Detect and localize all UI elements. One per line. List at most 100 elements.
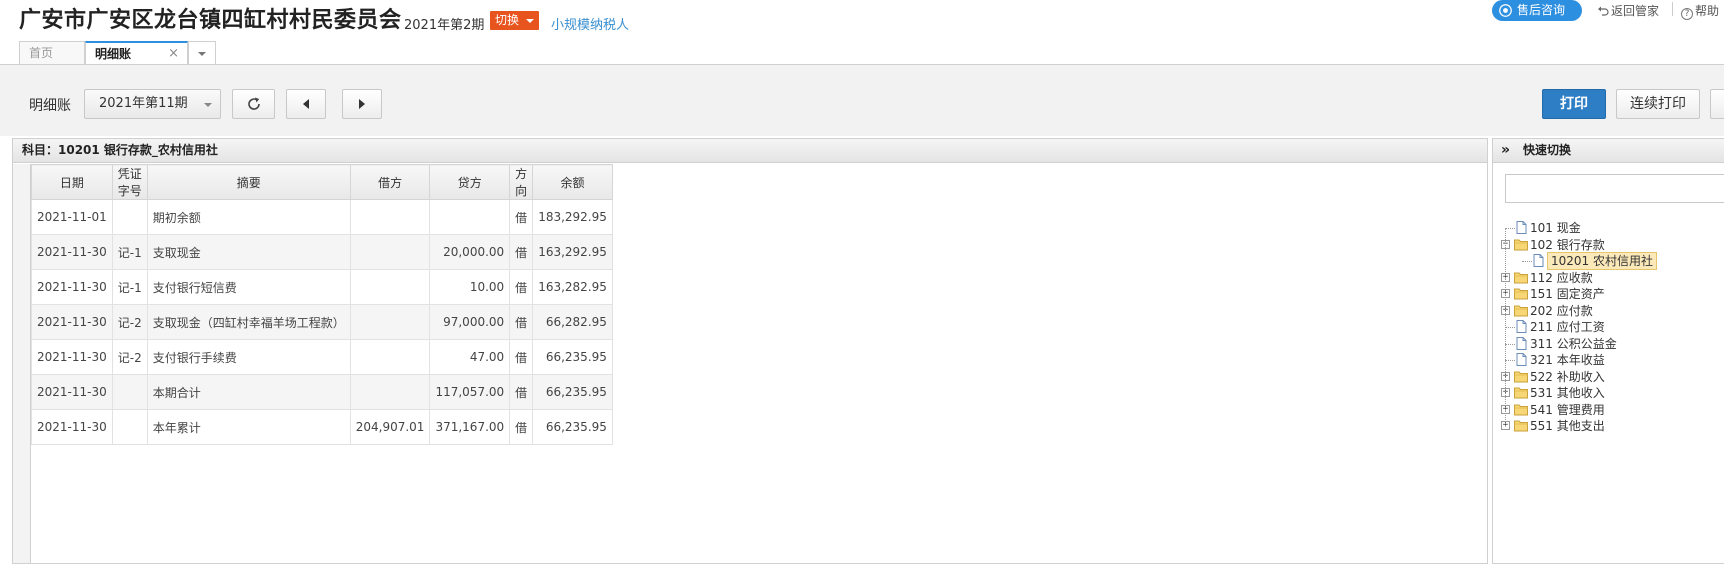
column-header-direction[interactable]: 方向 xyxy=(509,164,534,200)
account-name: 应付工资 xyxy=(1556,320,1605,334)
period-switch-label: 切换 xyxy=(495,13,520,27)
column-header-date[interactable]: 日期 xyxy=(31,164,113,200)
account-name: 银行存款 xyxy=(1556,237,1605,252)
continuous-print-button[interactable]: 连续打印 xyxy=(1616,89,1700,119)
tree-node-102[interactable]: −102 银行存款 xyxy=(1501,236,1724,253)
tree-node-label: 522 补助收入 xyxy=(1530,368,1605,386)
cell-direction: 借 xyxy=(509,374,534,410)
empty-cell xyxy=(510,480,533,515)
quick-switch-panel: » 快速切换 101 现金 −102 银行存款 10201 农村信用社 +112 应收… xyxy=(1492,138,1724,564)
account-name: 本年收益 xyxy=(1556,353,1605,367)
row-gutter xyxy=(13,164,31,563)
account-code: 541 xyxy=(1530,402,1553,417)
table-row[interactable]: 2021-11-30 本年累计 204,907.01 371,167.00 借 66,23… xyxy=(31,409,613,445)
help-label: 帮助 xyxy=(1695,4,1720,18)
ledger-body: 2021-11-01 期初余额借 183,292.95 2021-11-30 记-1 支取… xyxy=(31,199,613,515)
eye-icon xyxy=(1499,4,1512,17)
tree-node-531[interactable]: +531 其他收入 xyxy=(1501,384,1724,401)
close-icon[interactable]: × xyxy=(168,43,179,65)
cell-balance: 66,235.95 xyxy=(532,374,613,410)
tab-ledger-detail-label: 明细账 xyxy=(95,47,132,61)
column-header-balance[interactable]: 余额 xyxy=(532,164,613,200)
table-row[interactable]: 2021-11-30 记-1 支付银行短信费 10.00 借 163,282.95 xyxy=(31,269,613,305)
back-to-manager-link[interactable]: 返回管家 xyxy=(1597,2,1659,19)
cell-date: 2021-11-01 xyxy=(31,199,113,235)
account-name: 现金 xyxy=(1556,221,1581,235)
table-row[interactable]: 2021-11-30 记-1 支取现金 20,000.00 借 163,292.95 xyxy=(31,234,613,270)
empty-cell xyxy=(32,445,113,480)
tree-node-label: 102 银行存款 xyxy=(1530,236,1605,254)
print-button[interactable]: 打印 xyxy=(1542,89,1606,119)
column-header-voucher[interactable]: 凭证字号 xyxy=(111,164,148,200)
empty-cell xyxy=(350,480,430,515)
tree-node-522[interactable]: +522 补助收入 xyxy=(1501,368,1724,385)
cell-credit: 47.00 xyxy=(429,339,511,375)
folder-icon xyxy=(1514,271,1528,284)
folder-icon xyxy=(1514,386,1528,399)
tree-node-label: 101 现金 xyxy=(1530,219,1581,237)
tab-ledger-detail[interactable]: 明细账 × xyxy=(85,41,188,66)
tree-node-10201[interactable]: 10201 农村信用社 xyxy=(1501,252,1724,270)
column-header-credit[interactable]: 贷方 xyxy=(429,164,511,200)
cell-summary: 支付银行短信费 xyxy=(146,269,351,305)
tree-node-101[interactable]: 101 现金 xyxy=(1501,219,1724,236)
account-name: 应付款 xyxy=(1556,303,1593,318)
cell-voucher: 记-1 xyxy=(111,269,148,305)
help-link[interactable]: ? 帮助 xyxy=(1681,2,1719,20)
column-header-debit[interactable]: 借方 xyxy=(349,164,431,200)
cell-date: 2021-11-30 xyxy=(31,409,113,445)
tree-node-label: 551 其他支出 xyxy=(1530,417,1605,435)
tree-node-151[interactable]: +151 固定资产 xyxy=(1501,285,1724,302)
file-icon xyxy=(1514,353,1528,366)
taxpayer-type-link[interactable]: 小规模纳税人 xyxy=(551,14,629,33)
cell-balance: 163,282.95 xyxy=(532,269,613,305)
tree-node-202[interactable]: +202 应付款 xyxy=(1501,302,1724,319)
tree-node-label: 541 管理费用 xyxy=(1530,401,1605,419)
support-button[interactable]: 售后咨询 xyxy=(1492,0,1582,21)
more-button[interactable] xyxy=(1710,89,1724,119)
tree-node-551[interactable]: +551 其他支出 xyxy=(1501,417,1724,434)
account-name: 农村信用社 xyxy=(1593,254,1654,268)
tree-node-321[interactable]: 321 本年收益 xyxy=(1501,351,1724,368)
account-code: 202 xyxy=(1530,303,1553,318)
empty-cell xyxy=(32,480,113,515)
toolbar-label: 明细账 xyxy=(29,98,71,114)
table-row[interactable]: 2021-11-30 本期合计 117,057.00 借 66,235.95 xyxy=(31,374,613,410)
collapse-panel-icon[interactable]: » xyxy=(1501,139,1510,162)
account-name: 管理费用 xyxy=(1556,402,1605,417)
cell-voucher xyxy=(111,199,148,235)
table-row[interactable]: 2021-11-30 记-2 支付银行手续费 47.00 借 66,235.95 xyxy=(31,339,613,375)
tree-node-112[interactable]: +112 应收款 xyxy=(1501,269,1724,286)
next-period-button[interactable] xyxy=(342,89,382,119)
tree-node-541[interactable]: +541 管理费用 xyxy=(1501,401,1724,418)
cell-date: 2021-11-30 xyxy=(31,234,113,270)
period-select[interactable]: 2021年第11期 xyxy=(84,89,221,119)
cell-direction: 借 xyxy=(509,304,534,340)
account-tree: 101 现金 −102 银行存款 10201 农村信用社 +112 应收款 +151 固… xyxy=(1501,219,1724,434)
tab-more-dropdown[interactable] xyxy=(188,41,216,65)
account-name: 固定资产 xyxy=(1556,287,1605,301)
refresh-button[interactable] xyxy=(232,89,275,119)
quick-search-input[interactable] xyxy=(1505,174,1724,203)
tab-home[interactable]: 首页 xyxy=(19,41,85,65)
chevron-down-icon xyxy=(198,52,206,56)
table-row[interactable]: 2021-11-01 期初余额 借 183,292.95 xyxy=(31,199,613,235)
column-header-summary[interactable]: 摘要 xyxy=(146,164,351,200)
file-icon xyxy=(1514,221,1528,234)
period-switch-button[interactable]: 切换 xyxy=(490,11,540,30)
tree-node-label: 202 应付款 xyxy=(1530,302,1593,320)
empty-cell xyxy=(510,445,533,480)
cell-voucher: 记-2 xyxy=(111,339,148,375)
subject-title: 科目：10201 银行存款_农村信用社 xyxy=(13,139,1487,163)
tree-node-311[interactable]: 311 公积公益金 xyxy=(1501,335,1724,352)
file-icon xyxy=(1531,254,1545,267)
empty-cell xyxy=(350,445,430,480)
account-code: 311 xyxy=(1530,336,1553,351)
tab-home-label: 首页 xyxy=(29,46,54,60)
tree-node-211[interactable]: 211 应付工资 xyxy=(1501,318,1724,335)
cell-credit: 97,000.00 xyxy=(429,304,511,340)
table-row[interactable]: 2021-11-30 记-2 支取现金（四缸村幸福羊场工程款） 97,000.00 借 6… xyxy=(31,304,613,340)
previous-period-button[interactable] xyxy=(286,89,326,119)
quick-switch-header: » 快速切换 xyxy=(1493,139,1724,163)
back-label: 返回管家 xyxy=(1611,4,1660,18)
